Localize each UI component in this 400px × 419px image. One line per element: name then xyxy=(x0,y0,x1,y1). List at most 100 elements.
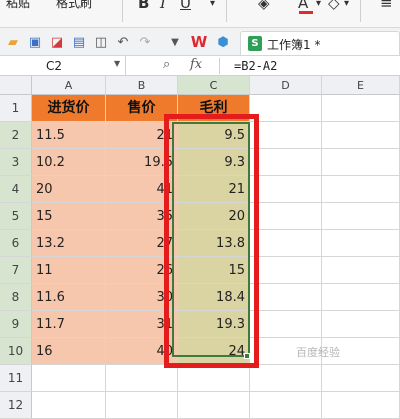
table-cell[interactable]: 13.2 xyxy=(32,230,106,257)
empty-cell[interactable] xyxy=(250,284,322,311)
row-header[interactable]: 5 xyxy=(0,203,32,230)
result-cell[interactable]: 15 xyxy=(178,257,250,284)
table-cell[interactable]: 19.5 xyxy=(106,149,178,176)
result-cell[interactable]: 19.3 xyxy=(178,311,250,338)
empty-cell[interactable] xyxy=(32,365,106,392)
column-header-a[interactable]: A xyxy=(32,76,106,95)
row-header[interactable]: 11 xyxy=(0,365,32,392)
empty-cell[interactable] xyxy=(322,95,400,122)
paste-button[interactable]: 粘贴 xyxy=(6,0,30,11)
empty-cell[interactable] xyxy=(250,95,322,122)
empty-cell[interactable] xyxy=(250,311,322,338)
column-header-e[interactable]: E xyxy=(322,76,400,95)
align-icon[interactable]: ≡ xyxy=(380,0,393,12)
undo-icon[interactable]: ↶ xyxy=(114,33,132,51)
row-header[interactable]: 12 xyxy=(0,392,32,419)
header-cell-purchase-price[interactable]: 进货价 xyxy=(32,95,106,122)
empty-cell[interactable] xyxy=(250,392,322,419)
empty-cell[interactable] xyxy=(106,392,178,419)
column-header-d[interactable]: D xyxy=(250,76,322,95)
table-cell[interactable]: 11.6 xyxy=(32,284,106,311)
result-cell[interactable]: 24 xyxy=(178,338,250,365)
empty-cell[interactable] xyxy=(178,392,250,419)
format-painter-button[interactable]: 格式刷 xyxy=(56,0,92,11)
empty-cell[interactable] xyxy=(250,203,322,230)
empty-cell[interactable] xyxy=(322,284,400,311)
empty-cell[interactable] xyxy=(322,230,400,257)
result-cell[interactable]: 9.5 xyxy=(178,122,250,149)
save-icon[interactable]: ▣ xyxy=(26,33,44,51)
row-header[interactable]: 4 xyxy=(0,176,32,203)
underline-button[interactable]: U xyxy=(180,0,191,12)
fill-color-icon[interactable]: ◈ xyxy=(258,0,270,12)
dropdown-icon[interactable]: ▼ xyxy=(166,33,184,51)
font-color-dropdown-icon[interactable]: ▾ xyxy=(316,0,321,9)
table-cell[interactable]: 31 xyxy=(106,311,178,338)
table-cell[interactable]: 16 xyxy=(32,338,106,365)
redo-icon[interactable]: ↷ xyxy=(136,33,154,51)
row-header[interactable]: 10 xyxy=(0,338,32,365)
result-cell[interactable]: 18.4 xyxy=(178,284,250,311)
table-cell[interactable]: 21 xyxy=(106,122,178,149)
row-header[interactable]: 1 xyxy=(0,95,32,122)
header-cell-sale-price[interactable]: 售价 xyxy=(106,95,178,122)
row-header[interactable]: 8 xyxy=(0,284,32,311)
empty-cell[interactable] xyxy=(106,365,178,392)
export-pdf-icon[interactable]: ◪ xyxy=(48,33,66,51)
table-cell[interactable]: 15 xyxy=(32,203,106,230)
empty-cell[interactable] xyxy=(322,311,400,338)
empty-cell[interactable] xyxy=(250,257,322,284)
empty-cell[interactable] xyxy=(250,122,322,149)
empty-cell[interactable] xyxy=(250,230,322,257)
formula-input[interactable]: =B2-A2 xyxy=(234,59,277,73)
table-cell[interactable]: 11 xyxy=(32,257,106,284)
column-header-c[interactable]: C xyxy=(178,76,250,95)
row-header[interactable]: 6 xyxy=(0,230,32,257)
function-button[interactable]: fx xyxy=(190,57,202,72)
empty-cell[interactable] xyxy=(178,365,250,392)
table-cell[interactable]: 10.2 xyxy=(32,149,106,176)
table-cell[interactable]: 30 xyxy=(106,284,178,311)
result-cell[interactable]: 13.8 xyxy=(178,230,250,257)
empty-cell[interactable] xyxy=(32,392,106,419)
print-preview-icon[interactable]: ◫ xyxy=(92,33,110,51)
row-header[interactable]: 7 xyxy=(0,257,32,284)
header-cell-gross-profit[interactable]: 毛利 xyxy=(178,95,250,122)
empty-cell[interactable] xyxy=(322,176,400,203)
row-header[interactable]: 9 xyxy=(0,311,32,338)
clear-dropdown-icon[interactable]: ▾ xyxy=(344,0,349,9)
table-cell[interactable]: 20 xyxy=(32,176,106,203)
clear-format-icon[interactable]: ◇ xyxy=(328,0,340,12)
table-cell[interactable]: 40 xyxy=(106,338,178,365)
wps-logo-icon[interactable]: W xyxy=(190,33,208,51)
empty-cell[interactable] xyxy=(322,203,400,230)
empty-cell[interactable] xyxy=(250,365,322,392)
empty-cell[interactable] xyxy=(322,365,400,392)
cube-icon[interactable]: ⬢ xyxy=(214,33,232,51)
print-icon[interactable]: ▤ xyxy=(70,33,88,51)
result-cell[interactable]: 9.3 xyxy=(178,149,250,176)
table-cell[interactable]: 11.5 xyxy=(32,122,106,149)
fill-handle[interactable] xyxy=(244,353,250,359)
select-all-corner[interactable] xyxy=(0,76,32,95)
empty-cell[interactable] xyxy=(250,149,322,176)
table-cell[interactable]: 11.7 xyxy=(32,311,106,338)
table-cell[interactable]: 35 xyxy=(106,203,178,230)
empty-cell[interactable] xyxy=(322,257,400,284)
folder-icon[interactable]: ▰ xyxy=(4,33,22,51)
chevron-down-icon[interactable]: ▼ xyxy=(114,59,120,68)
empty-cell[interactable] xyxy=(322,392,400,419)
underline-dropdown-icon[interactable]: ▾ xyxy=(210,0,215,9)
empty-cell[interactable] xyxy=(322,149,400,176)
column-header-b[interactable]: B xyxy=(106,76,178,95)
empty-cell[interactable] xyxy=(250,176,322,203)
table-cell[interactable]: 27 xyxy=(106,230,178,257)
row-header[interactable]: 3 xyxy=(0,149,32,176)
table-cell[interactable]: 26 xyxy=(106,257,178,284)
italic-button[interactable]: I xyxy=(160,0,166,12)
result-cell[interactable]: 20 xyxy=(178,203,250,230)
empty-cell[interactable] xyxy=(322,122,400,149)
table-cell[interactable]: 41 xyxy=(106,176,178,203)
zoom-icon[interactable]: ⌕ xyxy=(163,57,170,72)
result-cell[interactable]: 21 xyxy=(178,176,250,203)
